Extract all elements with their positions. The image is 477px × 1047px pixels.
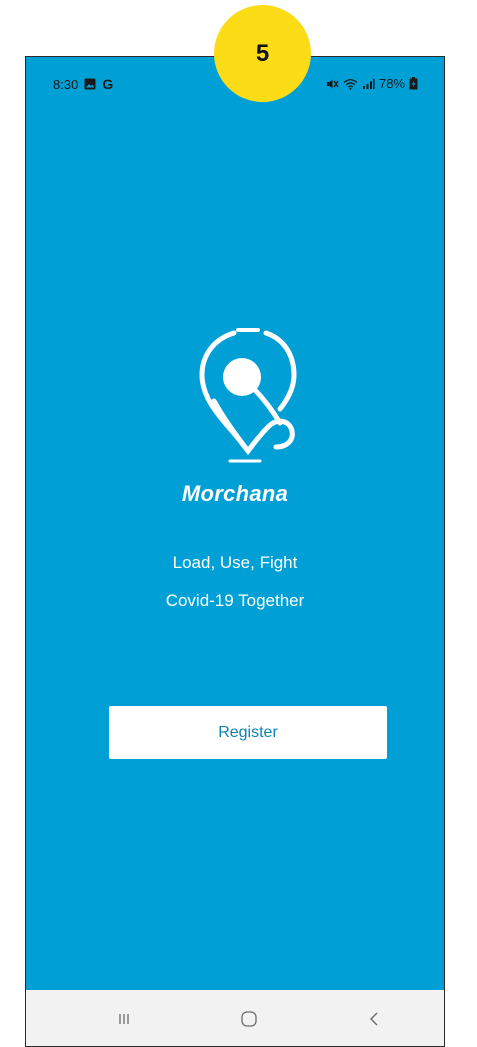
step-number: 5 [255,39,270,67]
location-pin-stethoscope-icon [194,327,302,467]
signal-icon [362,78,375,90]
gallery-icon [84,78,96,90]
step-number-badge: 5 [214,5,311,102]
wifi-icon [343,78,358,90]
battery-icon [409,77,418,90]
tagline-line-2: Covid-19 Together [165,591,305,610]
google-icon: G [102,76,114,92]
navigation-bar [26,990,444,1046]
app-name: Morchana [181,481,289,506]
mute-icon [326,78,339,90]
status-right: 78% [326,76,418,91]
register-button[interactable]: Register [109,706,387,759]
screenshot-canvas: 5 8:30 G 78% Morchana Load, Use, Fight C… [0,0,477,1047]
status-left: 8:30 G [53,76,113,92]
phone-screen: 8:30 G 78% Morchana Load, Use, Fight Cov… [25,56,445,1047]
status-time: 8:30 [53,76,79,92]
tagline-line-1: Load, Use, Fight [172,553,298,572]
battery-percent: 78% [378,76,405,91]
back-icon[interactable] [354,1004,394,1034]
recent-apps-icon[interactable] [104,1004,144,1034]
home-icon[interactable] [229,1004,269,1034]
